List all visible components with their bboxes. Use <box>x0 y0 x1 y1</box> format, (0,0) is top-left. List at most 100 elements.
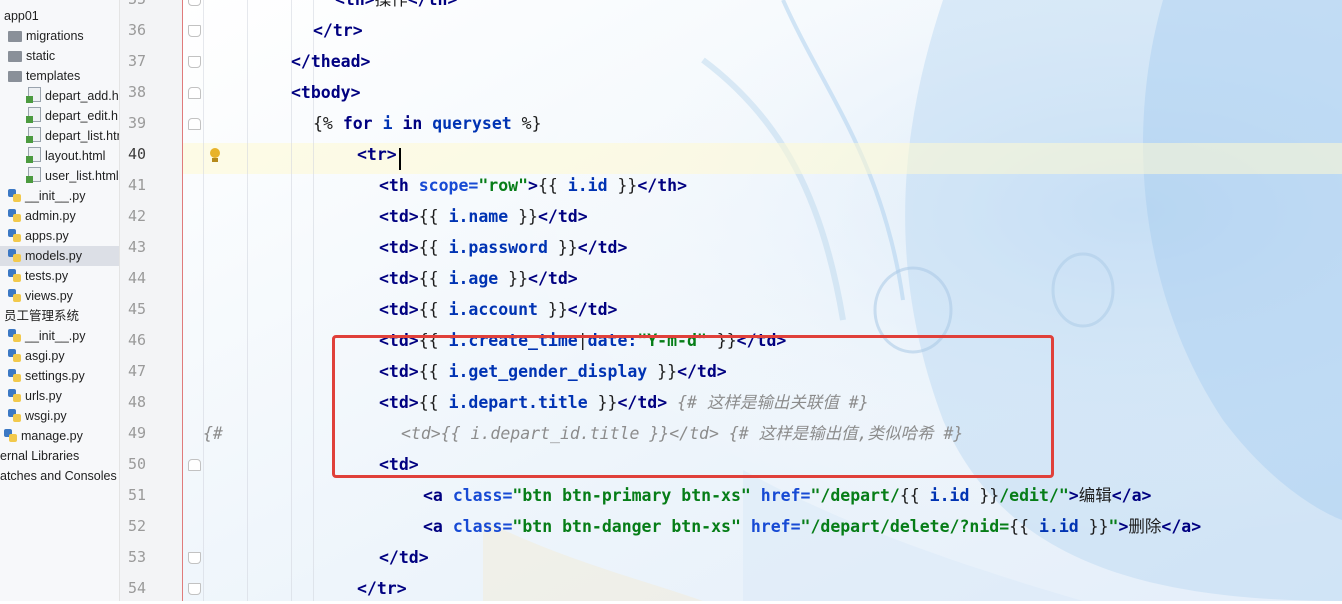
fold-marker-icon[interactable] <box>188 552 201 564</box>
project-tree-item[interactable]: manage.py <box>0 426 119 446</box>
code-token: i.id <box>1038 517 1079 536</box>
fold-marker-icon[interactable] <box>188 0 201 6</box>
code-token: <tbody> <box>291 83 361 102</box>
code-line: {% for i in queryset %} <box>313 108 542 139</box>
folder-icon <box>8 51 22 62</box>
code-token: {{ <box>418 300 449 319</box>
code-token: 编辑 <box>1078 486 1112 505</box>
project-tree-item[interactable]: static <box>0 46 119 66</box>
code-token: </tr> <box>313 21 363 40</box>
line-number: 51 <box>127 486 146 504</box>
project-tree-item[interactable]: settings.py <box>0 366 119 386</box>
project-tree-item[interactable]: __init__.py <box>0 326 119 346</box>
code-token: }} <box>537 300 568 319</box>
code-token: 操作 <box>375 0 408 9</box>
fold-marker-icon[interactable] <box>188 583 201 595</box>
project-tree-item[interactable]: admin.py <box>0 206 119 226</box>
project-tree-item[interactable]: templates <box>0 66 119 86</box>
project-tree-label: atches and Consoles <box>0 469 117 483</box>
lightbulb-icon[interactable] <box>210 148 220 158</box>
project-tree-item[interactable]: asgi.py <box>0 346 119 366</box>
project-tree-item[interactable]: atches and Consoles <box>0 466 119 486</box>
python-file-icon <box>8 289 21 302</box>
project-tree-item[interactable]: ernal Libraries <box>0 446 119 466</box>
line-number: 52 <box>127 517 146 535</box>
project-tree-item[interactable]: 员工管理系统 <box>0 306 119 326</box>
folder-icon <box>8 31 22 42</box>
code-token: {{ <box>1009 517 1039 536</box>
code-token: in <box>402 114 423 133</box>
line-number: 45 <box>127 300 146 318</box>
python-file-icon <box>4 429 17 442</box>
project-tree-item[interactable]: layout.html <box>0 146 119 166</box>
html-file-icon <box>26 107 41 123</box>
project-tree-label: depart_edit.h <box>45 109 118 123</box>
project-tree-label: app01 <box>4 9 39 23</box>
line-number: 43 <box>127 238 146 256</box>
project-tree-label: manage.py <box>21 429 83 443</box>
project-tree-item[interactable]: urls.py <box>0 386 119 406</box>
project-tree-item[interactable]: depart_add.h <box>0 86 119 106</box>
project-tree-item[interactable]: depart_list.htm <box>0 126 119 146</box>
project-tree-label: settings.py <box>25 369 85 383</box>
lightbulb-base-icon <box>212 158 218 162</box>
python-file-icon <box>8 249 21 262</box>
project-tree-item[interactable]: views.py <box>0 286 119 306</box>
project-tree-item[interactable]: depart_edit.h <box>0 106 119 126</box>
code-token: "btn btn-danger btn-xs" <box>512 517 741 536</box>
code-editor[interactable]: <th>操作</th></tr></thead><tbody>{% for i … <box>183 0 1342 601</box>
project-tree-label: __init__.py <box>25 189 86 203</box>
code-token: {% <box>313 114 343 133</box>
code-line: <a class="btn btn-danger btn-xs" href="/… <box>423 511 1201 542</box>
line-number: 42 <box>127 207 146 225</box>
code-token: class= <box>452 486 513 505</box>
project-tree-item[interactable]: __init__.py <box>0 186 119 206</box>
fold-marker-icon[interactable] <box>188 459 201 471</box>
project-tree-label: migrations <box>26 29 84 43</box>
code-line: <th>操作</th> <box>335 0 457 15</box>
project-tree-item[interactable]: migrations <box>0 26 119 46</box>
project-tree-label: templates <box>26 69 81 83</box>
python-file-icon <box>8 229 21 242</box>
code-token: 删除 <box>1128 517 1162 536</box>
code-token: {{ <box>899 486 930 505</box>
code-line: <th scope="row">{{ i.id }}</th> <box>379 170 687 201</box>
fold-marker-icon[interactable] <box>188 56 201 68</box>
line-number: 48 <box>127 393 146 411</box>
code-line: <td>{{ i.account }}</td> <box>379 294 617 325</box>
code-line: <tr> <box>357 139 397 170</box>
project-tree-label: layout.html <box>45 149 106 163</box>
fold-marker-icon[interactable] <box>188 87 201 99</box>
project-tree-item[interactable]: wsgi.py <box>0 406 119 426</box>
project-tree-item[interactable]: models.py <box>0 246 119 266</box>
code-line: <td>{{ i.age }}</td> <box>379 263 578 294</box>
code-token: </td> <box>528 269 578 288</box>
code-token: }} <box>969 486 1000 505</box>
fold-marker-icon[interactable] <box>188 25 201 37</box>
project-tree-item[interactable]: tests.py <box>0 266 119 286</box>
code-token: class= <box>452 517 513 536</box>
project-tree-label: apps.py <box>25 229 69 243</box>
project-tree-label: depart_add.h <box>45 89 119 103</box>
code-token: <tr> <box>357 145 397 164</box>
folder-icon <box>8 71 22 82</box>
project-tree-item[interactable]: apps.py <box>0 226 119 246</box>
project-tree-label: urls.py <box>25 389 62 403</box>
annotation-red-box <box>332 335 1054 478</box>
code-line: </tr> <box>313 15 363 46</box>
code-token: <th <box>379 176 419 195</box>
indent-guide <box>203 0 204 601</box>
code-token: i.password <box>448 238 548 257</box>
project-tree-item[interactable]: user_list.html <box>0 166 119 186</box>
html-file-icon <box>26 127 41 143</box>
project-tree-item[interactable]: app01 <box>0 6 119 26</box>
code-token: > <box>1068 486 1079 505</box>
python-file-icon <box>8 189 21 202</box>
code-token: i.age <box>448 269 499 288</box>
code-token: queryset <box>432 114 512 133</box>
code-token: <td> <box>379 238 419 257</box>
code-line: <tbody> <box>291 77 361 108</box>
fold-marker-icon[interactable] <box>188 118 201 130</box>
project-tree-label: static <box>26 49 56 63</box>
